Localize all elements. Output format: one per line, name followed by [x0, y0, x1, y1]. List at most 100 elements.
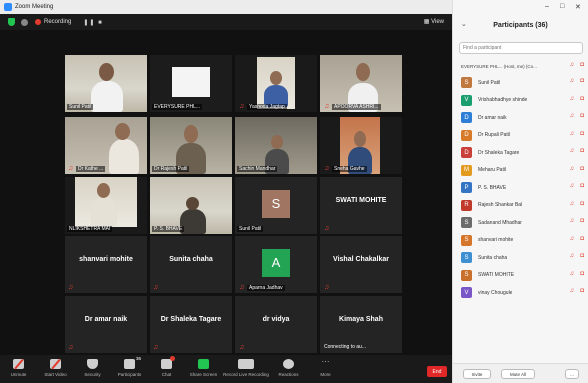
security-button[interactable]: Security: [74, 355, 111, 383]
video-tile[interactable]: ♫ Yashoda Jagtap: [235, 55, 317, 112]
participant-count: 36: [135, 356, 141, 361]
participant-row[interactable]: D Dr amar naik ♫ ◘: [453, 109, 588, 127]
participants-button[interactable]: 36 Participants: [111, 355, 148, 383]
video-off-icon[interactable]: ◘: [580, 236, 584, 242]
muted-mic-icon[interactable]: ♫: [570, 288, 575, 294]
unmute-button[interactable]: Unmute: [0, 355, 37, 383]
video-tile[interactable]: dr vidya ♫: [235, 296, 317, 353]
participant-row[interactable]: S Sunil Patil ♫ ◘: [453, 74, 588, 92]
video-tile[interactable]: ♫ APOORVA ASHRI...: [320, 55, 402, 112]
video-off-icon[interactable]: ◘: [580, 113, 584, 119]
video-tile[interactable]: Vishal Chakalkar ♫: [320, 236, 402, 293]
video-off-icon[interactable]: ◘: [580, 148, 584, 154]
muted-mic-icon[interactable]: ♫: [570, 78, 575, 84]
reactions-button[interactable]: Reactions: [270, 355, 307, 383]
participant-row[interactable]: P P. S. BHAVE ♫ ◘: [453, 179, 588, 197]
window-title: Zoom Meeting: [15, 4, 54, 10]
muted-mic-icon[interactable]: ♫: [570, 166, 575, 172]
video-off-icon[interactable]: ◘: [580, 288, 584, 294]
video-tile[interactable]: Dr amar naik ♫: [65, 296, 147, 353]
video-off-icon[interactable]: ◘: [580, 253, 584, 259]
video-tile[interactable]: SWATI MOHITE ♫: [320, 177, 402, 234]
muted-mic-icon[interactable]: ♫: [570, 253, 575, 259]
participant-row[interactable]: D Dr Shaleka Tagare ♫ ◘: [453, 144, 588, 162]
muted-mic-icon[interactable]: ♫: [570, 148, 575, 154]
video-tile[interactable]: NLIKSHETRA MAI: [65, 177, 147, 234]
participant-row[interactable]: V Vrishabhadhye shinde ♫ ◘: [453, 92, 588, 110]
muted-mic-icon[interactable]: ♫: [570, 62, 575, 68]
video-tile[interactable]: Dr Shaleka Tagare ♫: [150, 296, 232, 353]
video-tile[interactable]: ♫ Dr Kathe ...: [65, 117, 147, 174]
participant-row[interactable]: Sshanvari mohite ♫ ◘: [453, 232, 588, 250]
video-tile[interactable]: shanvari mohite ♫: [65, 236, 147, 293]
tile-name: P. S. BHAVE: [152, 226, 185, 232]
share-screen-button[interactable]: Share Screen: [185, 355, 222, 383]
toolbar-label: Share Screen: [189, 372, 218, 377]
participant-search-input[interactable]: [459, 42, 583, 54]
minimize-icon[interactable]: –: [545, 3, 549, 10]
info-icon[interactable]: [21, 18, 28, 26]
more-options-button[interactable]: ...: [565, 369, 579, 379]
video-off-icon[interactable]: ◘: [580, 62, 584, 68]
video-tile[interactable]: P. S. BHAVE: [150, 177, 232, 234]
participant-row[interactable]: D Dr Rupali Patil ♫ ◘: [453, 127, 588, 145]
participant-row[interactable]: S SWATI MOHITE ♫ ◘: [453, 267, 588, 285]
end-meeting-button[interactable]: End: [427, 366, 447, 377]
video-tile[interactable]: ♫ Sneha Gavhe: [320, 117, 402, 174]
muted-mic-icon[interactable]: ♫: [570, 201, 575, 207]
video-off-icon[interactable]: ◘: [580, 166, 584, 172]
security-shield-icon[interactable]: [8, 18, 15, 26]
participant-name: EVERYSURE PHL... (Host, me) (Co...: [461, 63, 537, 69]
video-tile[interactable]: Kimaya Shah Connecting to au...: [320, 296, 402, 353]
participant-row[interactable]: S Sunita chaha ♫ ◘: [453, 249, 588, 267]
video-off-icon[interactable]: ◘: [580, 78, 584, 84]
pause-recording-icon[interactable]: ❚❚ ■: [83, 19, 102, 26]
video-tile[interactable]: EVERYSURE PHL...: [150, 55, 232, 112]
participant-row[interactable]: M Meharu Patil ♫ ◘: [453, 162, 588, 180]
video-tile[interactable]: S Sunil Patil: [235, 177, 317, 234]
participant-row[interactable]: Vvinay Chougule ♫ ◘: [453, 284, 588, 302]
video-tile[interactable]: Sachin Mandhar: [235, 117, 317, 174]
video-off-icon[interactable]: ◘: [580, 201, 584, 207]
video-off-icon[interactable]: ◘: [580, 271, 584, 277]
participant-figure: [91, 81, 123, 112]
video-tile[interactable]: Dr Rajesh Patil: [150, 117, 232, 174]
chevron-down-icon[interactable]: ⌄: [461, 20, 467, 28]
chat-button[interactable]: Chat: [148, 355, 185, 383]
muted-mic-icon: ♫: [68, 284, 74, 291]
mute-all-button[interactable]: Mute All: [501, 369, 535, 379]
view-button[interactable]: ▦ View: [424, 18, 444, 25]
muted-mic-icon[interactable]: ♫: [570, 96, 575, 102]
participant-row[interactable]: S Sadanand Mhadhar ♫ ◘: [453, 214, 588, 232]
participant-row[interactable]: R Rajesh Shankar Bal ♫ ◘: [453, 197, 588, 215]
video-tile[interactable]: Sunil Patil: [65, 55, 147, 112]
muted-mic-icon[interactable]: ♫: [570, 113, 575, 119]
maximize-icon[interactable]: □: [560, 3, 564, 10]
muted-mic-icon[interactable]: ♫: [570, 218, 575, 224]
muted-mic-icon[interactable]: ♫: [570, 271, 575, 277]
muted-mic-icon[interactable]: ♫: [570, 236, 575, 242]
video-off-icon[interactable]: ◘: [580, 96, 584, 102]
panel-window-controls: – □ ✕: [453, 0, 588, 14]
panel-header: ⌄ Participants (36): [453, 14, 588, 36]
muted-mic-icon: ♫: [239, 344, 245, 351]
close-icon[interactable]: ✕: [575, 3, 581, 11]
toolbar-label: Record Live Recording: [223, 372, 269, 377]
video-off-icon[interactable]: ◘: [580, 131, 584, 137]
video-tile[interactable]: Sunita chaha ♫: [150, 236, 232, 293]
video-tile[interactable]: A Aparna Jadhav ♫: [235, 236, 317, 293]
muted-mic-icon: ♫: [239, 103, 245, 110]
recording-label: Recording: [44, 19, 72, 25]
video-off-icon[interactable]: ◘: [580, 218, 584, 224]
muted-mic-icon[interactable]: ♫: [570, 131, 575, 137]
record-button[interactable]: Record Live Recording: [222, 355, 270, 383]
recording-dot-icon: [35, 19, 41, 25]
tile-display-name: dr vidya: [262, 316, 290, 323]
participant-head: [97, 183, 110, 198]
participant-row[interactable]: EVERYSURE PHL... (Host, me) (Co... ♫ ◘: [453, 58, 588, 74]
muted-mic-icon[interactable]: ♫: [570, 183, 575, 189]
invite-button[interactable]: Invite: [463, 369, 491, 379]
more-button[interactable]: ··· More: [307, 355, 344, 383]
video-off-icon[interactable]: ◘: [580, 183, 584, 189]
start-video-button[interactable]: Start Video: [37, 355, 74, 383]
